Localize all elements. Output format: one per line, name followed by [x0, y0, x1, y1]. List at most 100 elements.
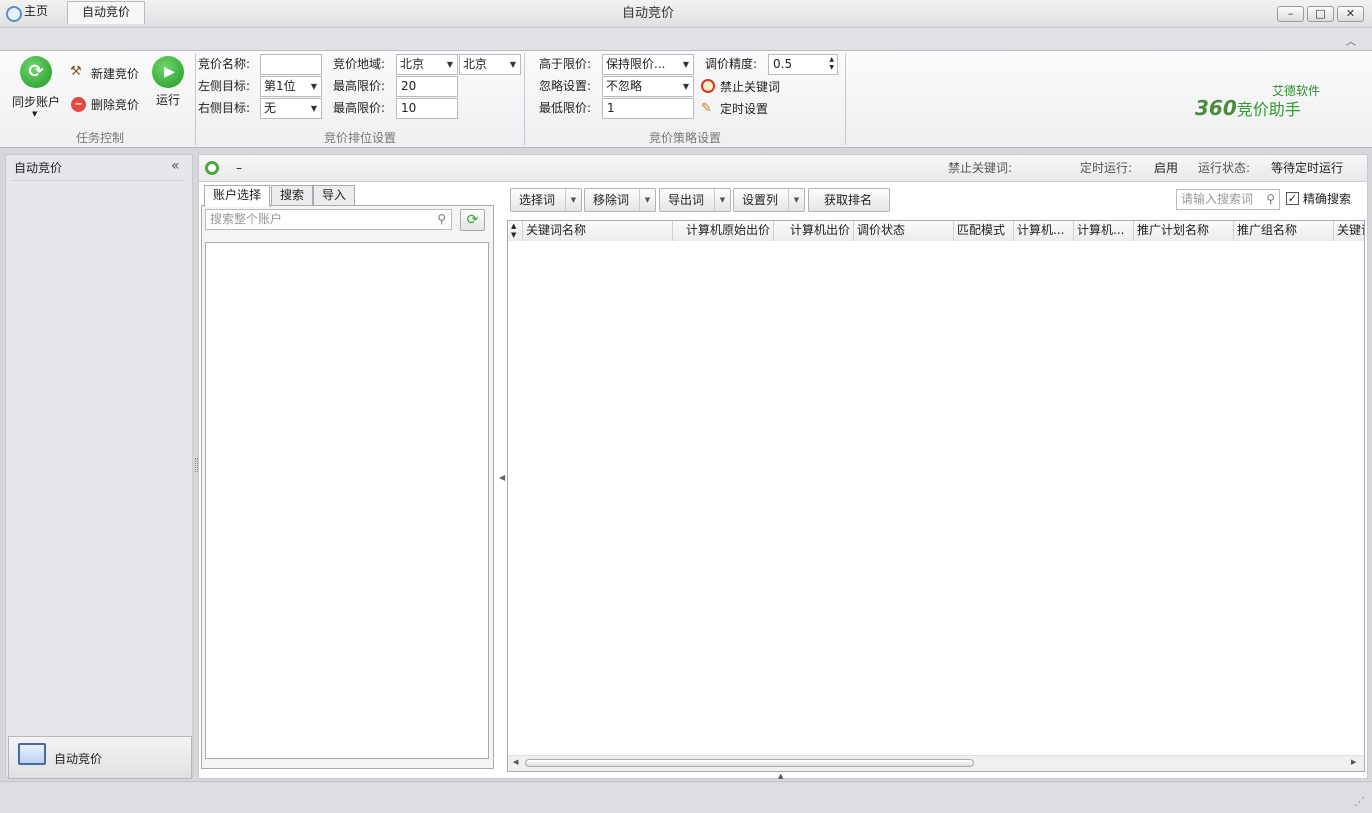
dropdown-arrow-icon[interactable]: ▼ [32, 110, 37, 118]
get-rank-button[interactable]: 获取排名 [808, 188, 890, 212]
app-logo-icon [205, 161, 219, 175]
region-select-1[interactable]: 北京 ▼ [396, 54, 458, 75]
remove-words-button[interactable]: 移除词 ▼ [584, 188, 656, 212]
precision-stepper[interactable]: 0.5 ▲ ▼ [768, 54, 838, 75]
left-target-value: 第1位 [264, 79, 296, 93]
timer-status-value: 启用 [1154, 161, 1179, 175]
chevron-down-icon[interactable]: ▼ [565, 189, 581, 211]
chevron-down-icon: ▼ [446, 60, 453, 69]
sync-icon[interactable]: ⟳ [20, 56, 52, 88]
delete-bid-button[interactable]: 删除竞价 [91, 95, 139, 115]
tab-import[interactable]: 导入 [313, 185, 355, 206]
scroll-left-icon[interactable]: ◀ [513, 758, 518, 766]
region-label: 竞价地域: [333, 57, 386, 71]
above-limit-select[interactable]: 保持限价... ▼ [602, 54, 694, 75]
account-search-placeholder: 搜索整个账户 [210, 212, 283, 226]
new-bid-button[interactable]: 新建竞价 [91, 64, 139, 84]
bottom-splitter-arrow-icon[interactable]: ▲ [778, 772, 783, 780]
col-pc-original-bid[interactable]: 计算机原始出价 [673, 221, 774, 241]
keyword-search-input[interactable]: 请输入搜索词 ⚲ [1176, 189, 1280, 210]
scroll-right-icon[interactable]: ▶ [1351, 758, 1356, 766]
export-words-label: 导出词 [668, 193, 705, 207]
group-label-task-control: 任务控制 [75, 131, 124, 145]
right-target-select[interactable]: 无 ▼ [260, 98, 322, 119]
set-columns-button[interactable]: 设置列 ▼ [733, 188, 805, 212]
chevron-down-icon: ▼ [682, 60, 689, 69]
min-price-input[interactable]: 1 [602, 98, 694, 119]
chevron-down-icon: ▼ [310, 104, 317, 113]
tab-auto-bid[interactable]: 自动竞价 [67, 1, 145, 24]
left-target-select[interactable]: 第1位 ▼ [260, 76, 322, 97]
col-campaign-name[interactable]: 推广计划名称 [1134, 221, 1234, 241]
chevron-down-icon[interactable]: ▼ [639, 189, 655, 211]
group-divider [845, 53, 846, 145]
search-icon[interactable]: ⚲ [1266, 190, 1275, 209]
maximize-button[interactable]: □ [1307, 6, 1334, 22]
exact-search-label: 精确搜索 [1303, 192, 1352, 206]
spin-arrows-icon[interactable]: ▲ ▼ [829, 56, 834, 72]
chevron-down-icon[interactable]: ▼ [714, 189, 730, 211]
ban-keywords-button[interactable]: 禁止关键词 [720, 77, 780, 97]
left-target-label: 左侧目标: [198, 79, 251, 93]
chevron-down-icon[interactable]: ▼ [788, 189, 804, 211]
search-icon[interactable]: ⚲ [437, 210, 446, 229]
get-rank-label: 获取排名 [824, 193, 873, 207]
exact-search-checkbox[interactable]: ✓ [1286, 192, 1299, 205]
ignore-select[interactable]: 不忽略 ▼ [602, 76, 694, 97]
col-pc-bid[interactable]: 计算机出价 [774, 221, 854, 241]
right-target-label: 右侧目标: [198, 101, 251, 115]
refresh-button[interactable]: ⟳ [460, 209, 485, 231]
chevron-down-icon: ▼ [310, 82, 317, 91]
ban-keywords-status-label: 禁止关键词: [948, 161, 1013, 175]
col-adjust-status[interactable]: 调价状态 [854, 221, 954, 241]
sync-accounts-button[interactable]: 同步账户 [12, 92, 60, 112]
ribbon-tabs-bar [0, 28, 1372, 51]
col-keyword-name[interactable]: 关键词名称 [523, 221, 673, 241]
status-dash: – [236, 161, 242, 175]
right-target-value: 无 [264, 101, 277, 115]
col-match-mode[interactable]: 匹配模式 [954, 221, 1014, 241]
sort-handle-icon[interactable]: ▲ ▼ [508, 221, 523, 241]
account-tree[interactable] [205, 242, 489, 759]
max-price-label-2: 最高限价: [333, 101, 386, 115]
group-label-strategy-settings: 竞价策略设置 [648, 131, 721, 145]
select-words-button[interactable]: 选择词 ▼ [510, 188, 582, 212]
tab-home[interactable]: 主页 [10, 1, 62, 23]
nav-title: 自动竞价 [14, 161, 63, 175]
panel-splitter-arrow-icon[interactable]: ◀ [499, 473, 505, 482]
set-columns-label: 设置列 [742, 193, 779, 207]
max-price-input-1[interactable]: 20 [396, 76, 458, 97]
tab-search[interactable]: 搜索 [271, 185, 313, 206]
col-keyword[interactable]: 关键词 [1334, 221, 1364, 241]
region-select-2[interactable]: 北京 ▼ [459, 54, 521, 75]
status-bar [0, 781, 1372, 813]
timer-status-label: 定时运行: [1080, 161, 1133, 175]
col-group-name[interactable]: 推广组名称 [1234, 221, 1334, 241]
account-search-input[interactable]: 搜索整个账户 ⚲ [205, 209, 452, 230]
col-pc-a[interactable]: 计算机... [1014, 221, 1074, 241]
collapse-nav-button[interactable]: « [171, 158, 180, 174]
minimize-button[interactable]: – [1277, 6, 1304, 22]
run-state-value: 等待定时运行 [1271, 161, 1344, 175]
nav-pane [5, 154, 193, 778]
ignore-value: 不忽略 [606, 79, 643, 93]
keyword-table [507, 220, 1365, 772]
ribbon-collapse-icon[interactable]: ︿ [1346, 33, 1356, 48]
max-price-input-2[interactable]: 10 [396, 98, 458, 119]
tab-account-select[interactable]: 账户选择 [204, 185, 270, 207]
scroll-thumb[interactable] [525, 759, 974, 767]
refresh-icon: ⟳ [466, 212, 479, 228]
run-button[interactable]: 运行 [156, 90, 180, 110]
play-icon[interactable]: ▶ [152, 56, 184, 88]
timer-settings-button[interactable]: 定时设置 [720, 99, 768, 119]
ignore-label: 忽略设置: [539, 79, 592, 93]
col-pc-b[interactable]: 计算机... [1074, 221, 1134, 241]
close-button[interactable]: ✕ [1337, 6, 1364, 22]
run-state-label: 运行状态: [1198, 161, 1251, 175]
above-limit-value: 保持限价... [606, 57, 666, 71]
export-words-button[interactable]: 导出词 ▼ [659, 188, 731, 212]
nav-divider [12, 180, 184, 181]
resize-grip-icon[interactable]: ⋰ [1354, 795, 1365, 808]
bid-name-input[interactable] [260, 54, 322, 75]
region-value-2: 北京 [463, 57, 488, 71]
